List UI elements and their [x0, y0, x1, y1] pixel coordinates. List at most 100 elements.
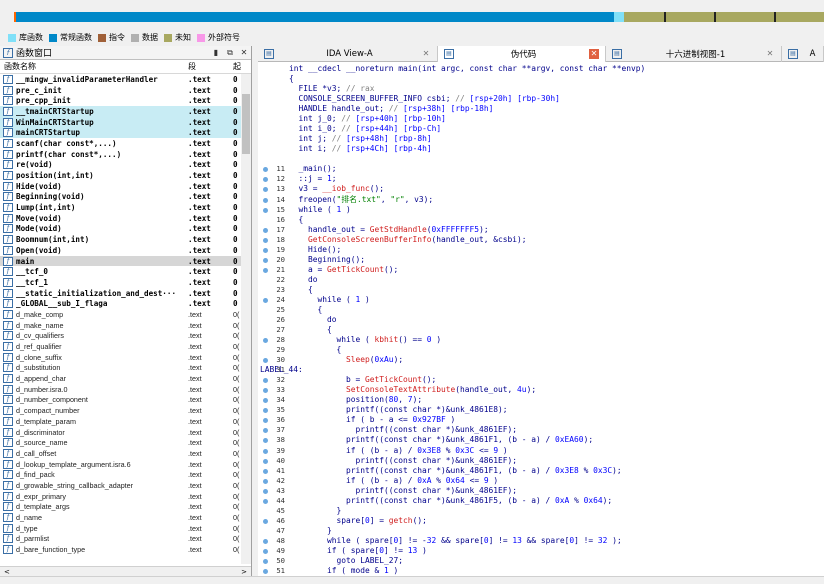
scroll-right-icon[interactable]: >	[241, 568, 247, 576]
code-line[interactable]: 18 GetConsoleScreenBufferInfo(handle_out…	[258, 235, 824, 245]
function-row[interactable]: f __tcf_1 .text 0	[0, 277, 251, 288]
function-row[interactable]: f d_clone_suffix .text 0(	[0, 352, 251, 363]
function-row[interactable]: f Open(void) .text 0	[0, 245, 251, 256]
code-line[interactable]: int j_0; // [rsp+40h] [rbp-10h]	[258, 114, 824, 124]
code-line[interactable]: 22 do	[258, 275, 824, 285]
function-row[interactable]: f d_ref_qualifier .text 0(	[0, 341, 251, 352]
code-line[interactable]: 27 {	[258, 325, 824, 335]
code-line[interactable]: 46 spare[0] = getch();	[258, 516, 824, 526]
function-row[interactable]: f pre_c_init .text 0	[0, 85, 251, 96]
code-line[interactable]: 39 if ( (b - a) / 0x3E8 % 0x3C <= 9 )	[258, 446, 824, 456]
function-row[interactable]: f d_name .text 0(	[0, 512, 251, 523]
tab-structures[interactable]: ▤ A	[782, 46, 824, 62]
function-row[interactable]: f _GLOBAL__sub_I_flaga .text 0	[0, 298, 251, 309]
function-row[interactable]: f Boomnum(int,int) .text 0	[0, 234, 251, 245]
function-row[interactable]: f Beginning(void) .text 0	[0, 192, 251, 203]
function-row[interactable]: f d_call_offset .text 0(	[0, 448, 251, 459]
function-row[interactable]: f d_template_args .text 0(	[0, 502, 251, 513]
close-tab-icon[interactable]: ✕	[765, 49, 775, 59]
code-line[interactable]: CONSOLE_SCREEN_BUFFER_INFO csbi; // [rsp…	[258, 94, 824, 104]
function-row[interactable]: f d_type .text 0(	[0, 523, 251, 534]
function-row[interactable]: f d_find_pack .text 0(	[0, 469, 251, 480]
function-row[interactable]: f position(int,int) .text 0	[0, 170, 251, 181]
function-row[interactable]: f d_growable_string_callback_adapter .text…	[0, 480, 251, 491]
code-line[interactable]: 16 {	[258, 215, 824, 225]
function-row[interactable]: f d_append_char .text 0(	[0, 373, 251, 384]
code-line[interactable]: int i; // [rsp+4Ch] [rbp-4h]	[258, 144, 824, 154]
tab-ida-view[interactable]: ▤ IDA View-A ✕	[258, 46, 438, 62]
vertical-scrollbar[interactable]	[241, 74, 251, 564]
function-row[interactable]: f d_expr_primary .text 0(	[0, 491, 251, 502]
function-row[interactable]: f __static_initialization_and_dest··· .tex…	[0, 288, 251, 299]
code-line[interactable]: 12 ::j = 1;	[258, 174, 824, 184]
code-line[interactable]: HANDLE handle_out; // [rsp+38h] [rbp-18h…	[258, 104, 824, 114]
code-line[interactable]: int i_0; // [rsp+44h] [rbp-Ch]	[258, 124, 824, 134]
column-header-segment[interactable]: 段	[185, 61, 233, 72]
function-row[interactable]: f Lump(int,int) .text 0	[0, 202, 251, 213]
code-line[interactable]: 42 if ( (b - a) / 0xA % 0x64 <= 9 )	[258, 476, 824, 486]
code-line[interactable]: 36 if ( b - a <= 0x927BF )	[258, 415, 824, 425]
function-row[interactable]: f d_parmlist .text 0(	[0, 534, 251, 545]
close-tab-icon[interactable]: ✕	[589, 49, 599, 59]
close-icon[interactable]: ✕	[237, 48, 251, 57]
function-row[interactable]: f d_substitution .text 0(	[0, 363, 251, 374]
code-line[interactable]: 14 freopen("排名.txt", "r", v3);	[258, 195, 824, 205]
code-line[interactable]: 45 }	[258, 506, 824, 516]
code-line[interactable]: 34 position(80, 7);	[258, 395, 824, 405]
code-line[interactable]: 33 SetConsoleTextAttribute(handle_out, 4…	[258, 385, 824, 395]
code-line[interactable]: int j; // [rsp+48h] [rbp-8h]	[258, 134, 824, 144]
function-row[interactable]: f d_make_comp .text 0(	[0, 309, 251, 320]
pseudocode-view[interactable]: int __cdecl __noreturn main(int argc, co…	[258, 62, 824, 576]
close-tab-icon[interactable]: ✕	[421, 49, 431, 59]
function-row[interactable]: f __tmainCRTStartup .text 0	[0, 106, 251, 117]
code-line[interactable]	[258, 154, 824, 164]
function-row[interactable]: f d_cv_qualifiers .text 0(	[0, 331, 251, 342]
scrollbar-thumb[interactable]	[242, 94, 250, 154]
navigation-band[interactable]	[0, 0, 824, 30]
function-row[interactable]: f Move(void) .text 0	[0, 213, 251, 224]
window-menu-icon[interactable]: ▮	[209, 48, 223, 57]
function-row[interactable]: f re(void) .text 0	[0, 160, 251, 171]
function-row[interactable]: f d_compact_number .text 0(	[0, 405, 251, 416]
code-line[interactable]: 20 Beginning();	[258, 255, 824, 265]
code-line[interactable]: 21 a = GetTickCount();	[258, 265, 824, 275]
code-line[interactable]: 28 while ( kbhit() == 0 )	[258, 335, 824, 345]
navigation-bar[interactable]	[14, 12, 824, 22]
code-line[interactable]: 23 {	[258, 285, 824, 295]
code-line[interactable]: 13 v3 = __iob_func();	[258, 184, 824, 194]
code-line[interactable]: 47 }	[258, 526, 824, 536]
function-row[interactable]: f d_template_param .text 0(	[0, 416, 251, 427]
function-row[interactable]: f d_lookup_template_argument.isra.6 .text 0…	[0, 459, 251, 470]
function-row[interactable]: f d_number.isra.0 .text 0(	[0, 384, 251, 395]
function-row[interactable]: f WinMainCRTStartup .text 0	[0, 116, 251, 128]
code-line[interactable]: 26 do	[258, 315, 824, 325]
code-line[interactable]: 24 while ( 1 )	[258, 295, 824, 305]
function-row[interactable]: f Mode(void) .text 0	[0, 224, 251, 235]
function-row[interactable]: f d_number_component .text 0(	[0, 395, 251, 406]
code-line[interactable]: 50 goto LABEL_27;	[258, 556, 824, 566]
code-line[interactable]: 51 if ( mode & 1 )	[258, 566, 824, 576]
function-row[interactable]: f d_bare_function_type .text 0(	[0, 544, 251, 555]
function-row[interactable]: f scanf(char const*,...) .text 0	[0, 138, 251, 149]
function-row[interactable]: f main .text 0	[0, 255, 251, 267]
code-line[interactable]: 48 while ( spare[0] != -32 && spare[0] !…	[258, 536, 824, 546]
function-row[interactable]: f __tcf_0 .text 0	[0, 266, 251, 277]
function-row[interactable]: f mainCRTStartup .text 0	[0, 127, 251, 139]
code-line[interactable]: 37 printf((const char *)&unk_4861EF);	[258, 425, 824, 435]
code-line[interactable]: FILE *v3; // rax	[258, 84, 824, 94]
function-row[interactable]: f d_discriminator .text 0(	[0, 427, 251, 438]
horizontal-scrollbar[interactable]: < >	[0, 566, 251, 576]
code-line[interactable]: 38 printf((const char *)&unk_4861F1, (b …	[258, 435, 824, 445]
function-row[interactable]: f Hide(void) .text 0	[0, 181, 251, 192]
code-line[interactable]: 31 LABEL_44:	[258, 365, 824, 375]
function-row[interactable]: f printf(char const*,...) .text 0	[0, 149, 251, 160]
code-line[interactable]: 11 _main();	[258, 164, 824, 174]
code-line[interactable]: 19 Hide();	[258, 245, 824, 255]
function-row[interactable]: f d_make_name .text 0(	[0, 320, 251, 331]
code-line[interactable]: 17 handle_out = GetStdHandle(0xFFFFFFF5)…	[258, 225, 824, 235]
code-line[interactable]: 30 Sleep(0xAu);	[258, 355, 824, 365]
code-line[interactable]: 44 printf((const char *)&unk_4861F5, (b …	[258, 496, 824, 506]
code-line[interactable]: {	[258, 74, 824, 84]
code-line[interactable]: 29 {	[258, 345, 824, 355]
code-line[interactable]: 43 printf((const char *)&unk_4861EF);	[258, 486, 824, 496]
